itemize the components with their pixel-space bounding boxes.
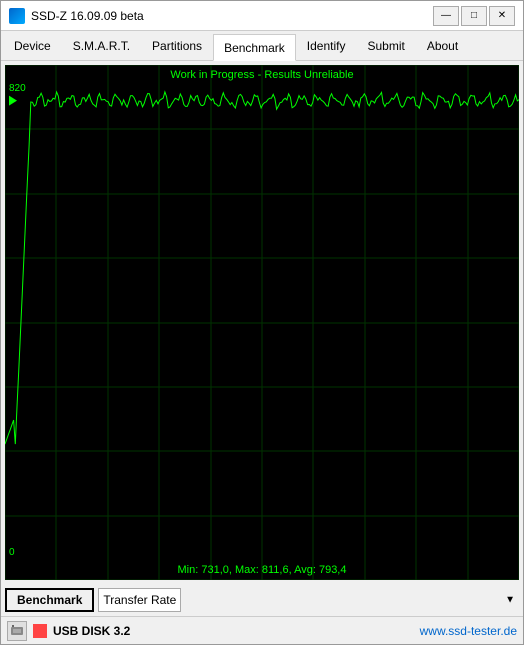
bottom-controls: Benchmark Transfer Rate IOPS Access Time…: [1, 584, 523, 616]
disk-icon: [7, 621, 27, 641]
menu-identify[interactable]: Identify: [296, 34, 357, 57]
title-bar: SSD-Z 16.09.09 beta — □ ✕: [1, 1, 523, 31]
menu-partitions[interactable]: Partitions: [141, 34, 213, 57]
benchmark-button[interactable]: Benchmark: [5, 588, 94, 612]
window-title: SSD-Z 16.09.09 beta: [31, 9, 433, 23]
menu-about[interactable]: About: [416, 34, 469, 57]
dropdown-arrow-icon: ▼: [505, 595, 515, 606]
website-link: www.ssd-tester.de: [420, 624, 517, 638]
window-controls: — □ ✕: [433, 6, 515, 26]
disk-color-indicator: [33, 624, 47, 638]
status-bar: USB DISK 3.2 www.ssd-tester.de: [1, 616, 523, 644]
menu-submit[interactable]: Submit: [356, 34, 415, 57]
dropdown-wrapper: Transfer Rate IOPS Access Time ▼: [98, 588, 519, 612]
metric-dropdown[interactable]: Transfer Rate IOPS Access Time: [98, 588, 181, 612]
chart-grid: [5, 65, 519, 580]
close-button[interactable]: ✕: [489, 6, 515, 26]
menu-smart[interactable]: S.M.A.R.T.: [62, 34, 141, 57]
app-icon: [9, 8, 25, 24]
chart-stats: Min: 731,0, Max: 811,6, Avg: 793,4: [5, 564, 519, 576]
menu-device[interactable]: Device: [3, 34, 62, 57]
menu-bar: Device S.M.A.R.T. Partitions Benchmark I…: [1, 31, 523, 61]
maximize-button[interactable]: □: [461, 6, 487, 26]
benchmark-chart: Work in Progress - Results Unreliable 82…: [5, 65, 519, 580]
main-window: SSD-Z 16.09.09 beta — □ ✕ Device S.M.A.R…: [0, 0, 524, 645]
minimize-button[interactable]: —: [433, 6, 459, 26]
chart-title: Work in Progress - Results Unreliable: [5, 69, 519, 81]
chart-y-max: 820: [9, 83, 26, 94]
menu-benchmark[interactable]: Benchmark: [213, 34, 296, 61]
usb-icon: [10, 624, 24, 638]
chart-y-min: 0: [9, 547, 15, 558]
disk-name: USB DISK 3.2: [53, 624, 414, 638]
